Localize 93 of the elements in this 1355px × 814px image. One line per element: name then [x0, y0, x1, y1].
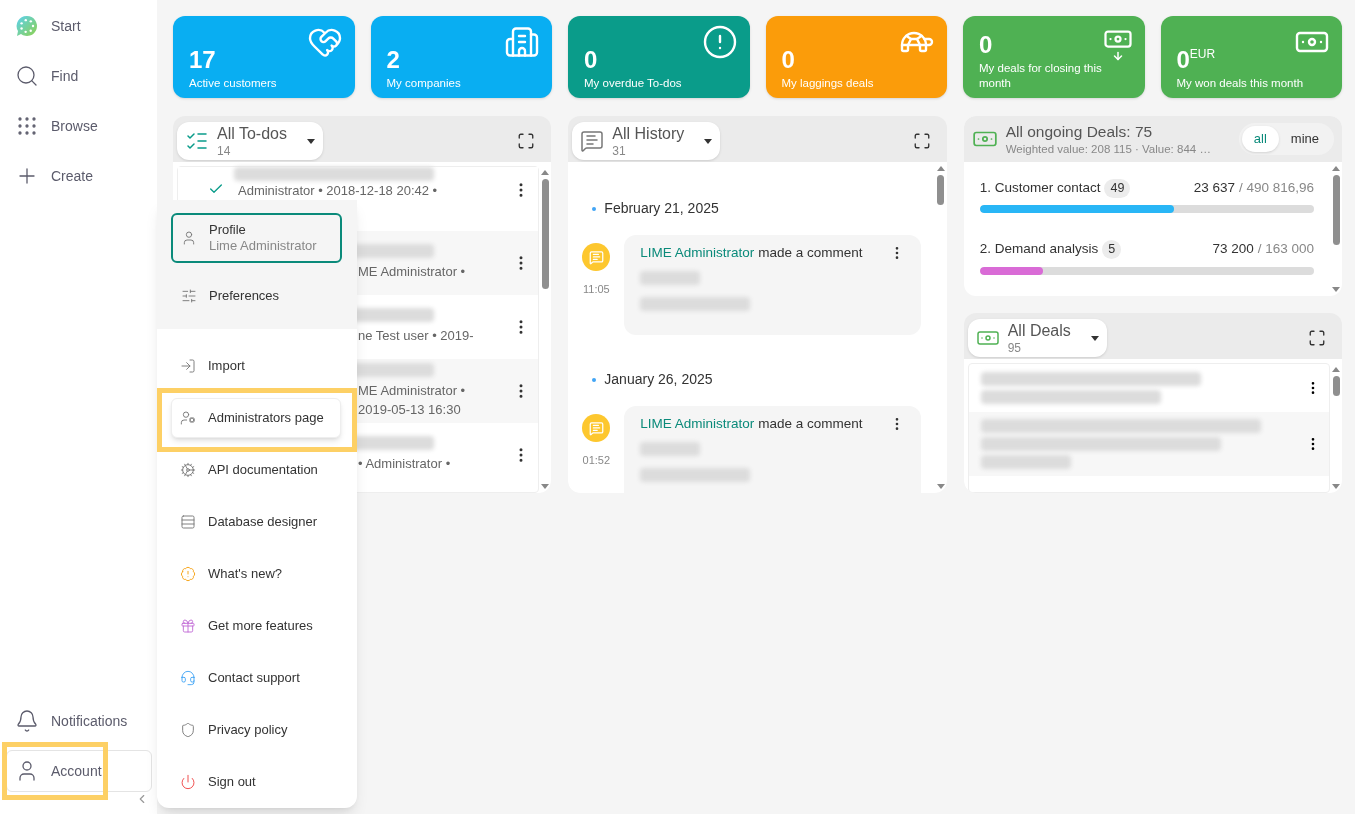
caret-icon [704, 138, 713, 144]
stage-total: / 163 000 [1257, 240, 1314, 259]
menu-item[interactable]: Contact support [171, 658, 341, 698]
stage-value: 73 200 [1212, 240, 1254, 259]
kpi-label: My companies [386, 75, 462, 90]
user-icon [181, 230, 197, 246]
todo-meta: Administrator • 2018-12-18 20:42 • [238, 182, 438, 200]
todo-meta: • Administrator • [358, 455, 451, 474]
nav-item[interactable]: Notifications [6, 700, 152, 742]
comment-badge-icon [582, 414, 611, 442]
kpi-value: 2 [386, 47, 400, 72]
card-subtitle: Weighted value: 208 115 · Value: 844 … [1005, 141, 1212, 156]
redacted-text [640, 271, 701, 286]
history-date: January 26, 2025 [604, 370, 713, 389]
shield-icon [180, 722, 196, 738]
menu-item[interactable]: Sign out [171, 762, 341, 802]
menu-item[interactable]: Administrators page [171, 398, 341, 438]
list-selector[interactable]: All History 31 [572, 122, 721, 160]
scroll-down-icon[interactable] [1332, 484, 1340, 489]
kpi-label: Active customers [189, 75, 278, 90]
comment-badge-icon [582, 243, 611, 271]
gear-icon [180, 462, 196, 478]
scrollbar-thumb[interactable] [541, 179, 549, 289]
filter-option[interactable]: mine [1278, 126, 1331, 152]
list-selector[interactable]: All Deals 95 [967, 319, 1107, 357]
kpi-label: My laggings deals [781, 75, 875, 90]
nav-item[interactable]: Create [6, 155, 152, 197]
menu-item[interactable]: Privacy policy [171, 710, 341, 750]
filter-option[interactable]: all [1241, 126, 1279, 152]
caret-icon [1090, 335, 1099, 341]
stage-row[interactable]: 2. Demand analysis 5 73 200 / 163 000 [979, 239, 1314, 275]
bell-icon [15, 709, 39, 733]
history-date: February 21, 2025 [604, 199, 719, 218]
stage-value: 23 637 [1193, 179, 1235, 197]
nav-item[interactable]: Browse [6, 105, 152, 147]
alert-icon [701, 24, 738, 60]
scrollbar-thumb[interactable] [937, 175, 945, 205]
badge-icon [180, 566, 196, 582]
kpi-unit: EUR [1189, 47, 1216, 60]
caret-icon [306, 138, 315, 144]
kpi-label: My deals for closing this month [979, 61, 1103, 90]
table-icon [180, 514, 196, 530]
menu-item[interactable]: Database designer [171, 502, 341, 542]
import-icon [180, 358, 196, 374]
stage-count: 5 [1102, 240, 1122, 259]
gift-icon [180, 618, 196, 634]
stage-name: 2. Demand analysis [979, 240, 1099, 259]
power-icon [180, 774, 196, 790]
menu-item[interactable]: What's new? [171, 554, 341, 594]
scrollbar-thumb[interactable] [1332, 175, 1340, 245]
fullscreen-icon[interactable] [517, 132, 536, 150]
scroll-up-icon[interactable] [1332, 367, 1340, 372]
kpi-label: My won deals this month [1176, 75, 1305, 90]
stage-name: 1. Customer contact [979, 179, 1101, 197]
scroll-down-icon[interactable] [1332, 287, 1340, 292]
scroll-up-icon[interactable] [1332, 166, 1340, 171]
todo-meta: ne Test user • 2019- [358, 327, 474, 346]
stage-count: 49 [1104, 178, 1131, 198]
building-icon [504, 24, 540, 60]
comment-icon [580, 129, 605, 153]
kpi-value: 0 [584, 47, 598, 72]
kpi-value: 0 [1176, 47, 1190, 72]
scrollbar-thumb[interactable] [1332, 376, 1340, 396]
scroll-down-icon[interactable] [936, 484, 945, 489]
headset-icon [180, 670, 196, 686]
card-title: All ongoing Deals: 75 [1005, 122, 1154, 142]
menu-item[interactable]: Get more features [171, 606, 341, 646]
kpi-value: 0 [979, 33, 993, 58]
history-time: 01:52 [582, 453, 611, 468]
nav-item[interactable]: Start [6, 5, 152, 47]
comment-heading: LIME Administrator made a comment [640, 244, 863, 262]
scroll-up-icon[interactable] [936, 166, 945, 171]
stage-row[interactable]: 1. Customer contact 49 23 637 / 490 816,96 [979, 178, 1314, 214]
kpi-value: 0 [781, 47, 795, 72]
kpi-label: My overdue To-dos [584, 75, 683, 90]
kpi-value: 17 [189, 47, 216, 72]
menu-item[interactable]: Profile Lime Administrator [171, 213, 342, 263]
scroll-up-icon[interactable] [541, 170, 550, 175]
nav-item[interactable]: Account [6, 750, 152, 792]
comment-heading: LIME Administrator made a comment [640, 415, 863, 433]
user-gear-icon [180, 410, 196, 426]
sliders-icon [181, 288, 197, 304]
fullscreen-icon[interactable] [1308, 329, 1326, 347]
stage-total: / 490 816,96 [1238, 179, 1314, 197]
list-selector[interactable]: All To-dos 14 [177, 122, 323, 160]
nav-item[interactable]: Find [6, 55, 152, 97]
redacted-text [640, 442, 701, 457]
history-time: 11:05 [582, 282, 610, 297]
todo-meta: ME Administrator • [358, 263, 466, 282]
fullscreen-icon[interactable] [912, 132, 931, 150]
logo-icon[interactable] [15, 14, 39, 38]
scroll-down-icon[interactable] [541, 484, 550, 489]
todo-meta: ME Administrator • 2019-05-13 16:30 [358, 381, 467, 419]
